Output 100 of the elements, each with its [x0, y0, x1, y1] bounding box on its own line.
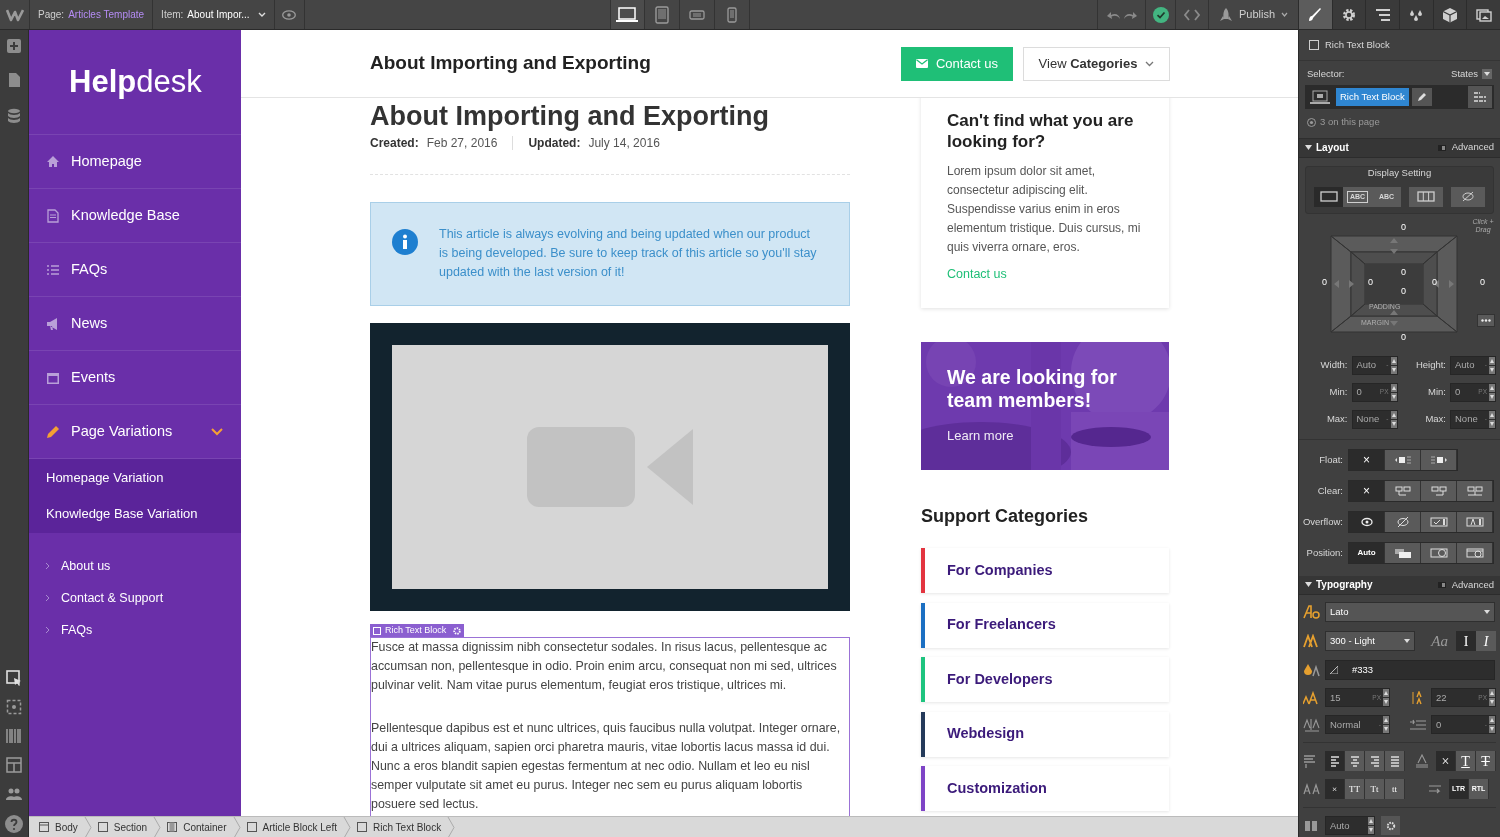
element-icon: [246, 822, 257, 832]
clear-right-icon: [1429, 485, 1448, 496]
panel-tab[interactable]: [1432, 0, 1467, 29]
toggle-button[interactable]: Auto: [1349, 542, 1385, 563]
meta-label: Updated:: [528, 135, 581, 152]
toggle-button[interactable]: T: [1456, 751, 1476, 772]
pencil-icon: [46, 424, 60, 439]
toggle-button[interactable]: [1325, 751, 1345, 772]
font-icon: [1303, 604, 1321, 619]
toggle-button[interactable]: [1385, 449, 1421, 470]
caret-icon: [1404, 639, 1411, 643]
panel-tab[interactable]: [1331, 0, 1366, 29]
display-option[interactable]: [1314, 186, 1343, 207]
auto-icon: [1465, 516, 1484, 527]
panel-tab[interactable]: [1466, 0, 1500, 29]
toggle-button[interactable]: [1457, 542, 1493, 563]
breadcrumb-item[interactable]: Section: [93, 819, 152, 835]
display-option[interactable]: [1451, 186, 1485, 207]
database-button[interactable]: [6, 108, 22, 124]
color-field[interactable]: #333: [1325, 660, 1495, 681]
text-case-icon: [1303, 782, 1321, 797]
category-link[interactable]: For Freelancers: [947, 614, 1056, 636]
brand-logo: Helpdesk: [69, 62, 202, 101]
toggle-button[interactable]: ×: [1436, 751, 1456, 772]
toggle-button[interactable]: TT: [1345, 779, 1365, 800]
category-link[interactable]: Webdesign: [947, 723, 1025, 745]
footer-link[interactable]: FAQs: [61, 620, 93, 640]
toggle-button[interactable]: [1421, 449, 1457, 470]
chevron-separator: [153, 816, 162, 837]
layout-button[interactable]: [6, 757, 22, 773]
chevron-separator: [447, 816, 456, 837]
page-button[interactable]: [6, 72, 22, 88]
breadcrumb-item[interactable]: Container: [163, 819, 231, 835]
selector-chip[interactable]: Rich Text Block: [1336, 88, 1409, 107]
target-icon: [1307, 117, 1316, 127]
subnav-item[interactable]: Homepage Variation: [29, 460, 241, 496]
stepper-icon: [1489, 716, 1495, 734]
toggle-button[interactable]: tt: [1385, 779, 1405, 800]
margin-value: 0: [1480, 275, 1485, 289]
toggle-button[interactable]: [1385, 751, 1405, 772]
toggle-button[interactable]: ×: [1349, 480, 1385, 501]
panel-tab[interactable]: [1365, 0, 1399, 29]
breadcrumb-item[interactable]: Rich Text Block: [353, 819, 446, 835]
toggle-button[interactable]: [1349, 511, 1385, 532]
footer-link[interactable]: About us: [61, 556, 111, 576]
redo-button[interactable]: [1122, 9, 1137, 20]
toggle-button[interactable]: [1365, 751, 1385, 772]
more-button[interactable]: [1477, 313, 1495, 327]
logo-icon: [5, 7, 24, 22]
breadcrumb-item[interactable]: Body: [35, 819, 82, 835]
select-button[interactable]: [6, 670, 22, 686]
toggle-button[interactable]: [1457, 511, 1493, 532]
states-dropdown[interactable]: [1482, 69, 1492, 80]
edit-button[interactable]: [1411, 88, 1432, 107]
add-button[interactable]: [6, 38, 22, 54]
field-label: Overflow:: [1301, 514, 1343, 529]
toggle-button[interactable]: [1421, 480, 1457, 501]
toggle-button[interactable]: [1421, 542, 1457, 563]
toggle-button[interactable]: ×: [1349, 449, 1385, 470]
footer-link[interactable]: Contact & Support: [61, 588, 164, 608]
display-option[interactable]: [1409, 186, 1443, 207]
toggle-button[interactable]: [1457, 480, 1493, 501]
categories-dropdown[interactable]: View Categories: [1023, 46, 1170, 81]
toggle-button[interactable]: [1385, 542, 1421, 563]
help-button[interactable]: [5, 815, 23, 833]
style-toggle[interactable]: I: [1476, 631, 1496, 651]
toggle-button[interactable]: ×: [1325, 779, 1345, 800]
learn-more-link[interactable]: Learn more: [947, 426, 1014, 446]
element-icon: [357, 822, 367, 832]
device-button[interactable]: [609, 0, 645, 29]
toggle-button[interactable]: Tt: [1365, 779, 1385, 800]
toggle-button[interactable]: [1421, 511, 1457, 532]
category-link[interactable]: For Companies: [947, 559, 1053, 582]
category-link[interactable]: For Developers: [947, 668, 1053, 691]
element-icon: [1309, 40, 1319, 50]
page-selector[interactable]: Page: Articles Template: [29, 0, 154, 29]
panel-tab[interactable]: [1298, 0, 1332, 29]
toggle-button[interactable]: [1345, 751, 1365, 772]
field-label: Height:: [1415, 358, 1446, 373]
subnav-item[interactable]: Knowledge Base Variation: [29, 496, 241, 532]
panel-tab[interactable]: [1399, 0, 1433, 29]
clear-left-icon: [1393, 485, 1412, 496]
toggle-button[interactable]: [1385, 511, 1421, 532]
toggle-button[interactable]: T: [1476, 751, 1496, 772]
barcode-button[interactable]: [6, 728, 22, 744]
style-toggle[interactable]: I: [1456, 631, 1476, 651]
category-link[interactable]: Customization: [947, 777, 1047, 800]
dashed-select-button[interactable]: [6, 699, 22, 715]
dropdown[interactable]: 300 - Light: [1325, 631, 1416, 651]
selector-menu-button[interactable]: [1468, 86, 1492, 109]
people-button[interactable]: [6, 786, 22, 802]
list-icon: [1374, 6, 1391, 23]
item-selector[interactable]: Item: About Impor...: [153, 0, 275, 29]
chevron-right-icon: [45, 562, 50, 570]
toggle-button[interactable]: [1385, 480, 1421, 501]
dropdown[interactable]: Lato: [1325, 601, 1495, 622]
breadcrumb-item[interactable]: Article Block Left: [242, 819, 341, 835]
column-settings-button[interactable]: [1381, 816, 1400, 836]
number-field[interactable]: Auto: [1325, 816, 1375, 836]
megaphone-icon: [46, 316, 60, 331]
